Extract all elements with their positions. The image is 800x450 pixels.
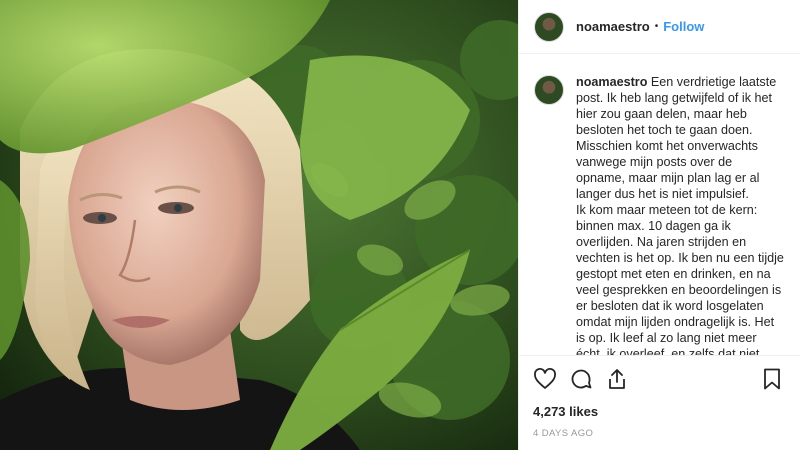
post-photo[interactable]	[0, 0, 518, 450]
header-separator: •	[654, 21, 659, 32]
post-header: noamaestro • Follow	[519, 0, 800, 54]
comments-section[interactable]: noamaestro Een verdrietige laatste post.…	[519, 54, 800, 355]
follow-button[interactable]: Follow	[663, 19, 704, 34]
heart-icon[interactable]	[533, 367, 557, 391]
post-timestamp[interactable]: 4 DAYS AGO	[533, 428, 784, 439]
post-side-panel: noamaestro • Follow noamaestro Een verdr…	[518, 0, 800, 450]
username-link[interactable]: noamaestro	[576, 19, 650, 34]
likes-count[interactable]: 4,273 likes	[533, 404, 784, 419]
caption-username-link[interactable]: noamaestro	[576, 75, 647, 89]
portrait-photo-image	[0, 0, 518, 450]
actions-section: 4,273 likes 4 DAYS AGO	[519, 355, 800, 450]
post-caption: noamaestro Een verdrietige laatste post.…	[576, 74, 784, 355]
share-icon[interactable]	[605, 367, 629, 391]
action-icons	[533, 366, 784, 392]
caption-text: Een verdrietige laatste post. Ik heb lan…	[576, 75, 784, 355]
avatar[interactable]	[534, 11, 564, 42]
avatar[interactable]	[534, 75, 564, 105]
comment-icon[interactable]	[569, 367, 593, 391]
instagram-post: noamaestro • Follow noamaestro Een verdr…	[0, 0, 800, 450]
bookmark-icon[interactable]	[760, 367, 784, 391]
